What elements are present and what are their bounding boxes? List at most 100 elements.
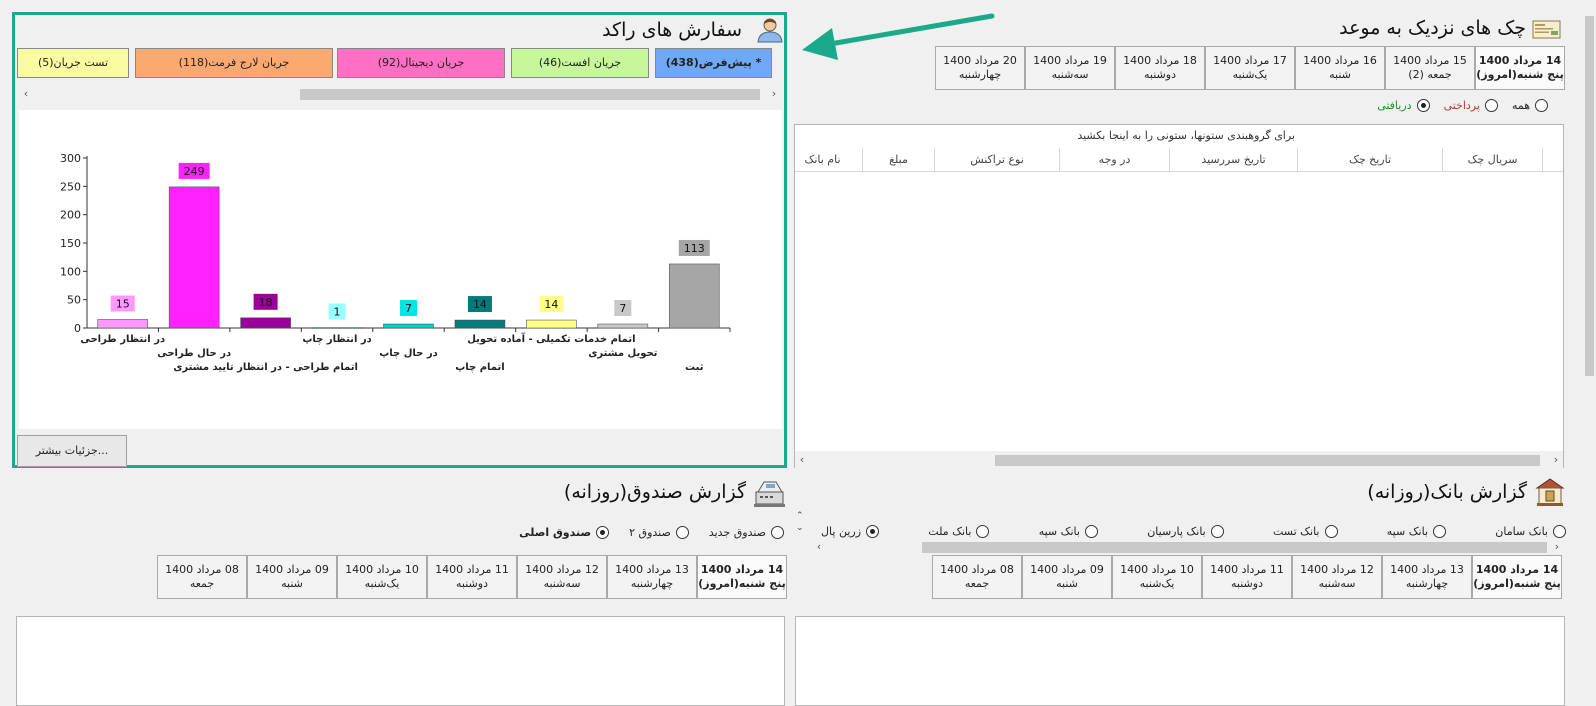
radio-label: صندوق ۲ [629,525,671,539]
radio-label: پرداختی [1443,98,1480,112]
tabs-scroll-right-icon[interactable]: › [767,87,781,100]
radio-option[interactable]: بانک سپه [1387,524,1447,538]
radio-button[interactable] [1416,98,1430,112]
radio-button[interactable] [976,524,990,538]
radio-label: زرین پال [821,524,862,538]
date-tab[interactable]: 16 مرداد 1400 شنبه [1295,46,1385,90]
bank-radio-up-icon[interactable]: ⌃ [796,511,804,521]
workflow-tab[interactable]: جریان دیجیتال(92) [337,48,505,78]
page-vscroll[interactable] [1582,0,1596,702]
grid-hscroll[interactable]: ‹ › [795,451,1563,469]
group-by-hint: برای گروهبندی ستونها، ستونی را به اینجا … [1077,129,1295,142]
cheque-icon [1532,17,1562,43]
radio-option[interactable]: بانک پارسیان [1147,524,1224,538]
radio-button[interactable] [1433,524,1447,538]
date-tab[interactable]: 19 مرداد 1400 سه‌شنبه [1025,46,1115,90]
date-tab[interactable]: 14 مرداد 1400 پنج شنبه(امروز) [697,555,787,599]
date-tab[interactable]: 17 مرداد 1400 یک‌شنبه [1205,46,1295,90]
date-tab[interactable]: 14 مرداد 1400 پنج شنبه(امروز) [1472,555,1562,599]
page-vscroll-thumb[interactable] [1585,16,1594,376]
date-tab[interactable]: 08 مرداد 1400 جمعه [157,555,247,599]
radio-button[interactable] [771,525,784,539]
date-tab[interactable]: 13 مرداد 1400 چهارشنبه [607,555,697,599]
grid-column-header[interactable]: نام بانک [783,148,863,171]
category-label: اتمام طراحی - در انتظار تایید مشتری [173,362,358,373]
bank-scroll-right-icon[interactable]: › [1550,540,1564,553]
date-tab[interactable]: 10 مرداد 1400 یک‌شنبه [337,555,427,599]
date-tab-weekday: جمعه [964,577,990,590]
chart-bar [454,319,506,329]
grid-scroll-thumb[interactable] [995,455,1540,466]
bank-dates-hscroll[interactable]: ‹ › [810,538,1564,556]
date-tab[interactable]: 13 مرداد 1400 چهارشنبه [1382,555,1472,599]
workflow-tab[interactable]: تست جریان(5) [17,48,129,78]
radio-button[interactable] [866,524,880,538]
radio-option[interactable]: دریافتی [1377,98,1430,112]
date-tab-date: 16 مرداد 1400 [1303,54,1377,67]
cheques-title: چک های نزدیک به موعد [1339,17,1526,39]
bank-icon [1535,477,1565,507]
orders-title: سفارش های راکد [602,19,742,41]
grid-column-header[interactable]: تاریخ سررسید [1170,148,1298,171]
grid-column-header[interactable]: مبلغ [863,148,935,171]
scroll-left-icon[interactable]: ‹ [795,453,809,466]
radio-button[interactable] [596,525,610,539]
date-tab-weekday: دوشنبه [456,577,488,590]
workflow-tab[interactable]: * پیش‌فرض(438) [655,48,772,78]
radio-button[interactable] [1084,524,1098,538]
radio-option[interactable]: بانک سپه [1039,524,1098,538]
date-tab[interactable]: 09 مرداد 1400 شنبه [1022,555,1112,599]
radio-button[interactable] [1324,524,1338,538]
date-tab[interactable]: 14 مرداد 1400 پنج شنبه(امروز) [1475,46,1565,90]
bank-scroll-thumb[interactable] [922,542,1547,553]
grid-column-header[interactable]: تاریخ چک [1298,148,1443,171]
cash-register-icon [752,478,786,508]
radio-button[interactable] [1210,524,1224,538]
grid-column-header[interactable]: نوع تراکنش [935,148,1060,171]
tabs-scroll-left-icon[interactable]: ‹ [19,87,33,100]
date-tab[interactable]: 09 مرداد 1400 شنبه [247,555,337,599]
grid-column-header[interactable]: در وجه [1060,148,1170,171]
radio-button[interactable] [1553,524,1566,538]
date-tab[interactable]: 18 مرداد 1400 دوشنبه [1115,46,1205,90]
date-tab[interactable]: 12 مرداد 1400 سه‌شنبه [1292,555,1382,599]
radio-option[interactable]: بانک سامان [1495,524,1566,538]
scroll-right-icon[interactable]: › [1549,453,1563,466]
more-details-button[interactable]: جزئیات بیشتر... [17,435,127,467]
date-tab[interactable]: 11 مرداد 1400 دوشنبه [1202,555,1292,599]
radio-button[interactable] [675,525,689,539]
radio-option[interactable]: زرین پال [821,524,880,538]
radio-option[interactable]: بانک ملت [928,524,990,538]
radio-option[interactable]: بانک تست [1273,524,1338,538]
y-tick-label: 200 [60,209,81,222]
bank-radio-down-icon[interactable]: ⌄ [796,523,804,533]
radio-option[interactable]: صندوق ۲ [629,525,689,539]
category-label: ثبت [685,362,704,373]
date-tab[interactable]: 12 مرداد 1400 سه‌شنبه [517,555,607,599]
radio-option[interactable]: همه [1512,98,1548,112]
workflow-tab[interactable]: جریان افست(46) [511,48,649,78]
date-tab[interactable]: 11 مرداد 1400 دوشنبه [427,555,517,599]
workflow-tab[interactable]: جریان لارج فرمت(118) [135,48,333,78]
grid-column-header[interactable]: سریال چک [1443,148,1543,171]
radio-option[interactable]: صندوق اصلی [519,525,610,539]
tabs-hscroll[interactable]: ‹ › [17,85,783,103]
radio-button[interactable] [1484,98,1498,112]
data-label: 15 [116,298,130,311]
date-tab[interactable]: 10 مرداد 1400 یک‌شنبه [1112,555,1202,599]
date-tab-date: 09 مرداد 1400 [255,563,329,576]
date-tab[interactable]: 15 مرداد 1400 جمعه (2) [1385,46,1475,90]
orders-panel: سفارش های راکد * پیش‌فرض(438) جریان افست(… [12,12,787,468]
bank-scroll-left-icon[interactable]: ‹ [812,540,826,553]
user-icon [755,17,785,43]
date-tab[interactable]: 08 مرداد 1400 جمعه [932,555,1022,599]
y-tick-label: 300 [60,152,81,165]
radio-option[interactable]: صندوق جدید [709,525,784,539]
chart-bar [383,323,434,329]
date-tab-weekday: چهارشنبه [958,68,1002,81]
tabs-scroll-thumb[interactable] [300,89,760,100]
radio-button[interactable] [1535,98,1548,112]
date-tab-weekday: پنج شنبه(امروز) [1476,68,1564,81]
chart-bar [311,327,363,329]
radio-option[interactable]: پرداختی [1443,98,1498,112]
